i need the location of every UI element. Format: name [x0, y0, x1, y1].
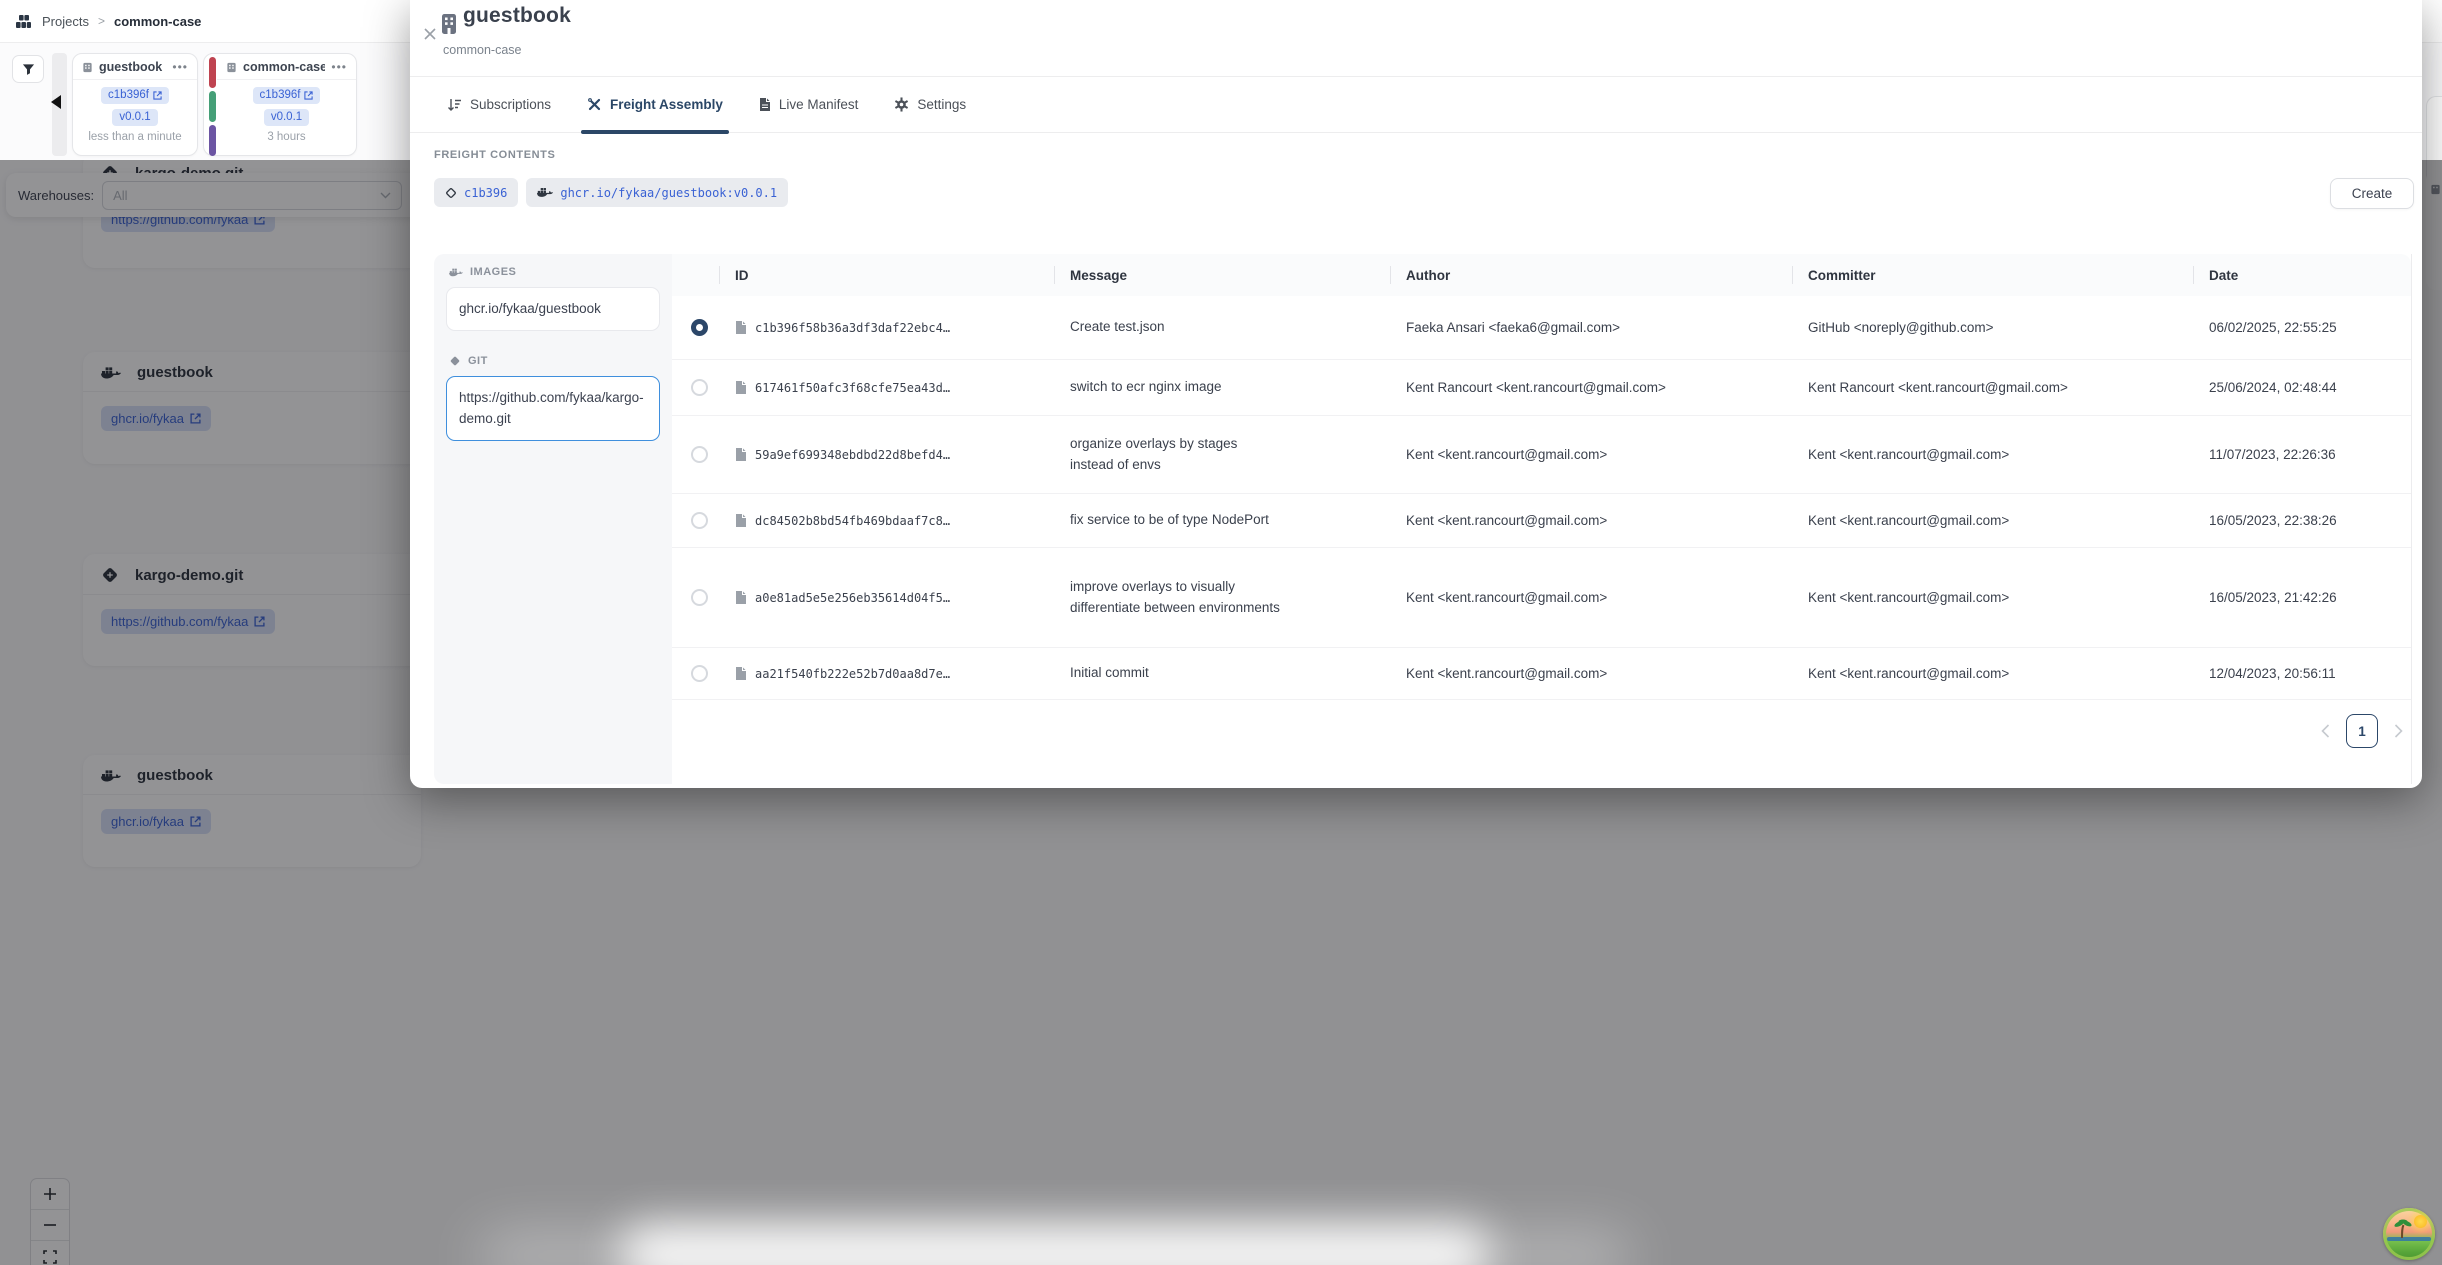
table-row[interactable]: c1b396f58b36a3df3daf22ebc4… Create test.… — [672, 296, 2411, 360]
commit-pill[interactable]: c1b396f — [101, 87, 169, 104]
stage-building-icon — [226, 62, 237, 73]
radio-unselected[interactable] — [691, 379, 708, 396]
radio-column-header — [672, 254, 719, 296]
images-section-label: IMAGES — [446, 266, 660, 278]
more-menu-icon[interactable]: ••• — [331, 64, 347, 70]
next-page-icon[interactable] — [2394, 724, 2403, 738]
table-row[interactable]: 617461f50afc3f68cfe75ea43d… switch to ec… — [672, 360, 2411, 416]
freight-age: less than a minute — [88, 131, 181, 143]
column-header-date: Date — [2193, 254, 2411, 296]
commit-pill[interactable]: c1b396f — [253, 87, 321, 104]
external-link-icon — [304, 91, 313, 100]
freight-card[interactable]: guestbook ••• c1b396f v0.0.1 less than a… — [72, 53, 198, 156]
sort-icon — [447, 98, 462, 112]
commit-tag[interactable]: c1b396 — [434, 178, 518, 207]
file-icon — [735, 513, 747, 528]
freight-contents-label: FREIGHT CONTENTS — [434, 149, 555, 161]
radio-unselected[interactable] — [691, 589, 708, 606]
column-header-committer: Committer — [1792, 254, 2193, 296]
breadcrumb-projects[interactable]: Projects — [42, 14, 89, 29]
freight-age: 3 hours — [267, 131, 305, 143]
stage-color-bars — [209, 57, 216, 156]
commit-table: ID Message Author Committer Date c1b396f… — [672, 254, 2412, 784]
breadcrumb-current[interactable]: common-case — [114, 14, 201, 29]
modal-title: guestbook — [463, 4, 571, 28]
external-link-icon — [153, 91, 162, 100]
table-row[interactable]: dc84502b8bd54fb469bdaaf7c8… fix service … — [672, 494, 2411, 548]
gear-icon — [894, 97, 909, 112]
version-pill[interactable]: v0.0.1 — [112, 109, 157, 126]
file-icon — [759, 97, 771, 112]
filter-button[interactable] — [12, 55, 44, 83]
git-section-label: GIT — [446, 355, 660, 367]
page-number[interactable]: 1 — [2346, 714, 2378, 748]
modal-subtitle: common-case — [443, 43, 522, 57]
freight-card-title: guestbook — [99, 60, 166, 74]
table-header: ID Message Author Committer Date — [672, 254, 2411, 296]
column-header-message: Message — [1054, 254, 1390, 296]
tab-settings[interactable]: Settings — [894, 77, 966, 133]
file-icon — [735, 320, 747, 335]
tab-freight-assembly[interactable]: Freight Assembly — [587, 77, 723, 133]
column-header-author: Author — [1390, 254, 1792, 296]
freight-assembly-body: IMAGES ghcr.io/fykaa/guestbook GIT https… — [434, 254, 2412, 784]
freight-card[interactable]: common-case ••• c1b396f v0.0.1 3 hours — [203, 53, 357, 156]
git-commit-icon — [445, 187, 457, 199]
funnel-icon — [22, 63, 35, 76]
radio-unselected[interactable] — [691, 665, 708, 682]
image-repo-item[interactable]: ghcr.io/fykaa/guestbook — [446, 287, 660, 331]
bottom-glow — [620, 1226, 1490, 1265]
tools-icon — [587, 97, 602, 112]
git-commit-icon — [449, 355, 461, 367]
breadcrumb-separator: > — [98, 14, 105, 28]
table-row[interactable]: aa21f540fb222e52b7d0aa8d7e… Initial comm… — [672, 648, 2411, 700]
modal-tab-bar: Subscriptions Freight Assembly Live Mani… — [410, 77, 2422, 133]
docker-icon — [537, 186, 553, 199]
more-menu-icon[interactable]: ••• — [172, 64, 188, 70]
image-tag[interactable]: ghcr.io/fykaa/guestbook:v0.0.1 — [526, 178, 788, 207]
pagination: 1 — [672, 714, 2411, 748]
radio-selected[interactable] — [691, 319, 708, 336]
stage-details-modal: guestbook common-case Subscriptions Frei… — [410, 0, 2422, 788]
docker-icon — [449, 267, 463, 278]
prev-page-icon[interactable] — [2321, 724, 2330, 738]
assembly-side-panel: IMAGES ghcr.io/fykaa/guestbook GIT https… — [434, 254, 672, 784]
collapse-timeline-arrow[interactable] — [51, 95, 61, 109]
git-repo-item-selected[interactable]: https://github.com/fykaa/kargo-demo.git — [446, 376, 660, 441]
radio-unselected[interactable] — [691, 446, 708, 463]
table-row[interactable]: a0e81ad5e5e256eb35614d04f5… improve over… — [672, 548, 2411, 648]
island-extension-icon[interactable] — [2383, 1208, 2435, 1260]
tab-live-manifest[interactable]: Live Manifest — [759, 77, 859, 133]
sun-icon — [2414, 1215, 2427, 1228]
file-icon — [735, 590, 747, 605]
tab-subscriptions[interactable]: Subscriptions — [447, 77, 551, 133]
freight-contents-tags: c1b396 ghcr.io/fykaa/guestbook:v0.0.1 — [434, 178, 788, 207]
freight-card-title: common-case — [243, 60, 325, 74]
table-row[interactable]: 59a9ef699348ebdbd22d8befd4… organize ove… — [672, 416, 2411, 494]
radio-unselected[interactable] — [691, 512, 708, 529]
stage-building-icon — [441, 13, 457, 40]
kargo-logo-icon — [14, 12, 33, 31]
version-pill[interactable]: v0.0.1 — [264, 109, 309, 126]
app-root: Projects > common-case guestbook ••• c1b… — [0, 0, 2442, 1265]
palm-tree-icon — [2389, 1216, 2415, 1242]
file-icon — [735, 447, 747, 462]
file-icon — [735, 380, 747, 395]
column-header-id: ID — [719, 254, 1054, 296]
close-icon[interactable] — [420, 24, 440, 44]
file-icon — [735, 666, 747, 681]
create-button[interactable]: Create — [2330, 178, 2414, 209]
stage-building-icon — [82, 62, 93, 73]
